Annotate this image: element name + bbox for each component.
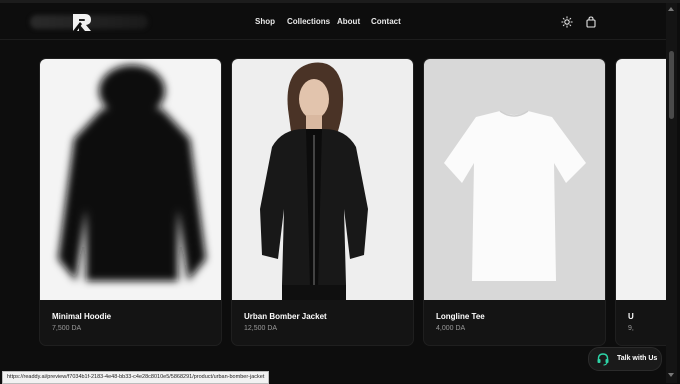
product-price: 7,500 DA [52, 325, 82, 332]
talk-with-us-label: Talk with Us [617, 355, 658, 362]
product-price: 4,000 DA [436, 325, 466, 332]
nav-contact[interactable]: Contact [371, 17, 401, 26]
scroll-up-arrow[interactable] [668, 7, 674, 11]
shopping-bag-icon[interactable] [585, 16, 597, 28]
headset-icon [597, 353, 609, 366]
status-bar-url: https://readdy.ai/preview/f7034b1f-2183-… [2, 371, 270, 384]
scrollbar-thumb[interactable] [669, 51, 674, 119]
page-scrollbar[interactable] [666, 3, 677, 383]
product-name: Urban Bomber Jacket [244, 312, 327, 321]
site-header: Shop Collections About Contact [0, 3, 666, 40]
product-image-hoodie [40, 59, 221, 300]
product-image-tee [424, 59, 605, 300]
product-name: Minimal Hoodie [52, 312, 112, 321]
product-price: 9, [628, 325, 634, 332]
nav-about[interactable]: About [337, 17, 360, 26]
page-frame: Shop Collections About Contact Minimal H… [0, 0, 680, 384]
product-name: Longline Tee [436, 312, 485, 321]
brand-logo-icon[interactable] [71, 11, 93, 33]
product-price: 12,500 DA [244, 325, 278, 332]
product-card[interactable]: Longline Tee 4,000 DA [423, 58, 606, 346]
nav-shop[interactable]: Shop [255, 17, 275, 26]
nav-collections[interactable]: Collections [287, 17, 330, 26]
sun-icon[interactable] [561, 16, 573, 28]
scroll-down-arrow[interactable] [668, 373, 674, 377]
talk-with-us-button[interactable]: Talk with Us [588, 347, 662, 371]
product-image-bomber-jacket [232, 59, 413, 300]
product-card[interactable]: Minimal Hoodie 7,500 DA [39, 58, 222, 346]
product-name: U [628, 312, 634, 321]
product-card[interactable]: Urban Bomber Jacket 12,500 DA [231, 58, 414, 346]
